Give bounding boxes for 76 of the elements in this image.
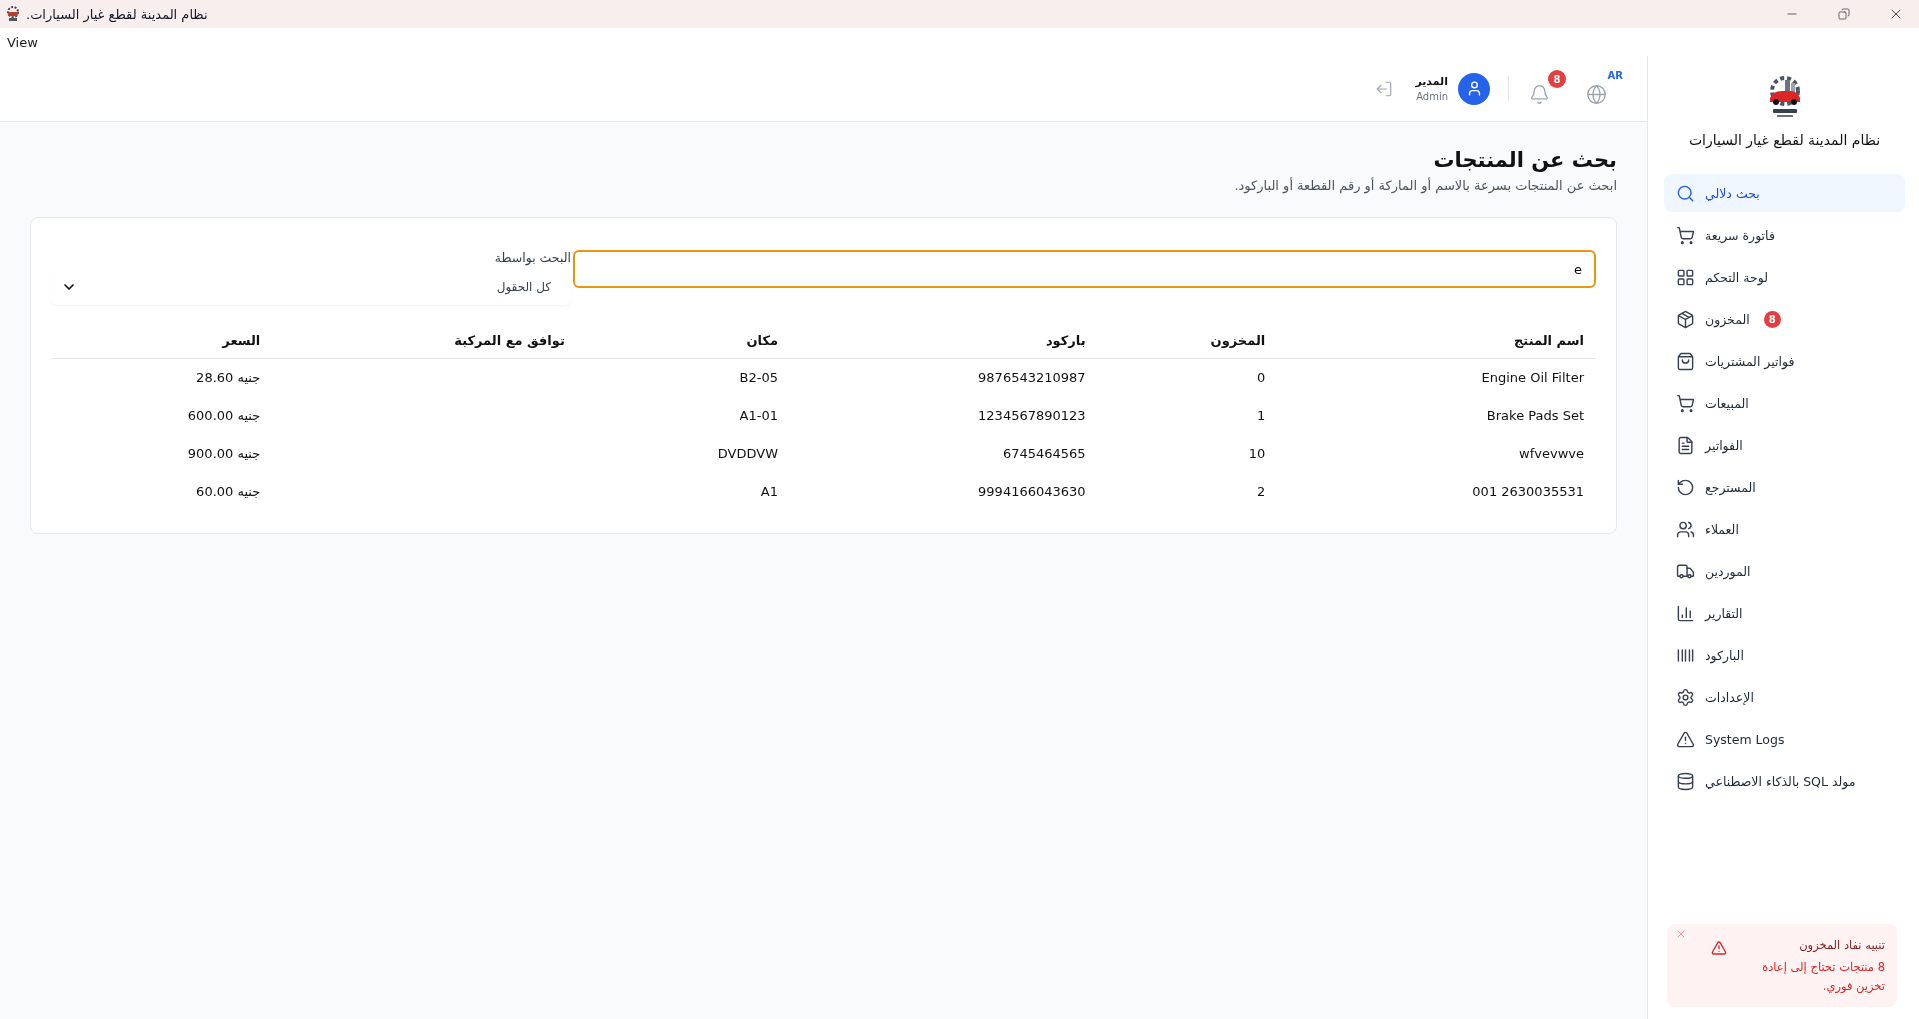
- column-header: باركود: [790, 323, 1098, 359]
- filter-dropdown[interactable]: كل الحقول: [51, 269, 571, 305]
- globe-icon: [1586, 84, 1607, 105]
- warning-icon: [1711, 940, 1727, 957]
- language-button[interactable]: AR: [1584, 70, 1623, 107]
- user-avatar[interactable]: [1458, 72, 1490, 105]
- user-name: المدير: [1415, 75, 1448, 88]
- toast-title: تنبيه نفاد المخزون: [1798, 938, 1885, 953]
- nav-icon: [1676, 267, 1695, 287]
- column-header: المخزون: [1097, 323, 1278, 359]
- sidebar-item[interactable]: مولد SQL بالذكاء الاصطناعي: [1664, 762, 1905, 800]
- menu-item[interactable]: View: [7, 34, 38, 50]
- app-icon: [6, 6, 20, 22]
- search-field[interactable]: e: [573, 250, 1596, 288]
- table-cell-text: 6745464565: [1001, 445, 1087, 463]
- column-header: السعر: [51, 323, 273, 359]
- page-title: بحث عن المنتجات: [1432, 148, 1617, 172]
- sidebar-item[interactable]: فواتير المشتريات: [1664, 342, 1905, 380]
- sidebar-item[interactable]: الباركود: [1664, 636, 1905, 674]
- table-cell-text: جنيه 60.00: [195, 483, 262, 501]
- page-subtitle: ابحث عن المنتجات بسرعة بالاسم أو الماركة أو رقم القطعة أو الباركود.: [1233, 178, 1617, 193]
- column-header: توافق مع المركبة: [272, 323, 577, 359]
- sidebar-item[interactable]: الفواتير: [1664, 426, 1905, 464]
- nav-icon: [1676, 729, 1695, 749]
- nav-icon: [1676, 477, 1695, 497]
- table-cell: Engine Oil Filter: [1277, 358, 1596, 397]
- table-cell-text: DVDDVW: [716, 445, 779, 463]
- table-cell: جنيه 28.60: [51, 358, 273, 397]
- nav-icon: [1676, 603, 1695, 623]
- nav-icon: [1676, 183, 1695, 203]
- app-name: نظام المدينة لقطع غيار السيارات: [1688, 132, 1881, 148]
- table-cell-text: 001 2630035531: [1471, 483, 1585, 501]
- nav-icon: [1676, 561, 1695, 581]
- table-cell-text: جنيه 600.00: [186, 407, 262, 425]
- filter-label: البحث بواسطة: [493, 250, 571, 265]
- bell-icon: [1529, 84, 1550, 105]
- nav-icon: [1676, 687, 1695, 707]
- table-cell-text: 2: [1256, 483, 1267, 501]
- table-cell: 9876543210987: [790, 358, 1098, 397]
- nav-icon: [1676, 309, 1695, 329]
- table-cell-text: 10: [1247, 445, 1267, 463]
- notifications-button[interactable]: 8: [1527, 70, 1566, 107]
- column-header: مكان: [576, 323, 790, 359]
- sidebar-item[interactable]: التقارير: [1664, 594, 1905, 632]
- count-badge: 8: [1763, 310, 1781, 328]
- table-cell-text: جنيه 900.00: [186, 445, 262, 463]
- table-cell-text: wfvevwve: [1518, 445, 1585, 463]
- table-cell-text: 1234567890123: [977, 407, 1087, 425]
- sidebar-item[interactable]: الموردين: [1664, 552, 1905, 590]
- sidebar-item[interactable]: فاتورة سريعة: [1664, 216, 1905, 254]
- logout-icon: [1375, 79, 1394, 98]
- table-cell: B2-05: [576, 358, 790, 397]
- sidebar-item[interactable]: بحث دلالي: [1664, 174, 1905, 212]
- table-cell-text: A1: [759, 483, 779, 501]
- table-cell-text: Brake Pads Set: [1485, 407, 1585, 425]
- nav-icon: [1676, 393, 1695, 413]
- table-cell-text: 1: [1256, 407, 1267, 425]
- window-title: نظام المدينة لقطع غيار السيارات.: [26, 6, 209, 22]
- nav-icon: [1676, 519, 1695, 539]
- restore-icon: [1838, 8, 1850, 20]
- nav-icon: [1676, 225, 1695, 245]
- sidebar-item[interactable]: الإعدادات: [1664, 678, 1905, 716]
- sidebar-item[interactable]: لوحة التحكم: [1664, 258, 1905, 296]
- nav-icon: [1676, 435, 1695, 455]
- sidebar-item[interactable]: العملاء: [1664, 510, 1905, 548]
- table-cell-text: A1-01: [738, 407, 779, 425]
- sidebar-item[interactable]: المبيعات: [1664, 384, 1905, 422]
- nav-icon: [1676, 771, 1695, 791]
- table-cell: 0: [1097, 358, 1278, 397]
- user-role: Admin: [1415, 91, 1448, 102]
- nav-icon: [1676, 351, 1695, 371]
- table-cell-text: 9994166043630: [977, 483, 1087, 501]
- toast-message: 8 منتجات تحتاج إلى إعادة تخزين فوري.: [1761, 959, 1885, 995]
- sidebar-item[interactable]: System Logs: [1664, 720, 1905, 758]
- sidebar-item[interactable]: المسترجع: [1664, 468, 1905, 506]
- column-header: اسم المنتج: [1277, 323, 1596, 359]
